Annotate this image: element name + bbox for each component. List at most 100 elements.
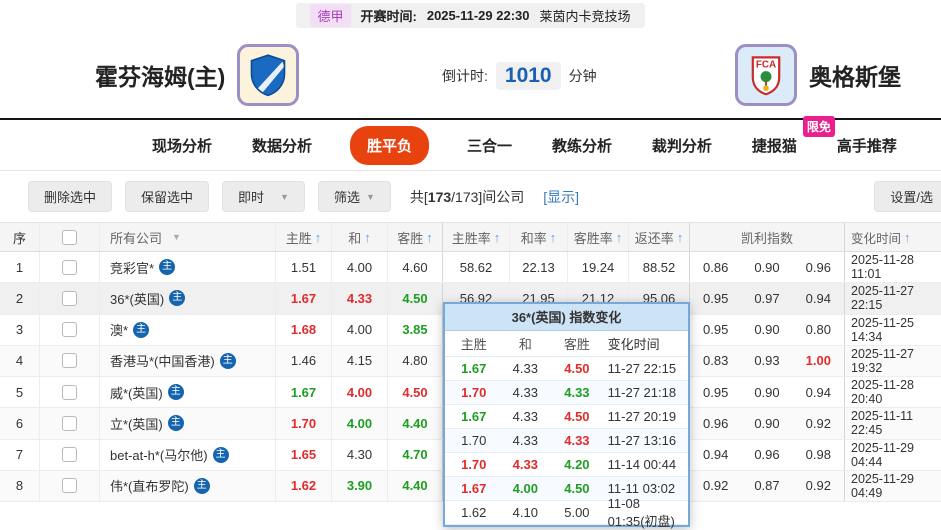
kelly-cell: 0.96 0.90 0.92 [690,408,845,439]
tab-6[interactable]: 裁判分析 [650,129,714,162]
sort-asc-icon: ↑ [676,229,684,245]
change-time: 2025-11-29 04:49 [851,471,915,500]
header-change-time[interactable]: 变化时间 ↑ [845,223,941,251]
row-checkbox-cell [40,470,100,501]
row-checkbox[interactable] [62,478,77,494]
popup-odds-value: 4.50 [564,361,590,376]
change-time: 2025-11-25 14:34 [851,315,915,344]
company-cell[interactable]: 竞彩官* 主 [100,252,276,283]
row-checkbox[interactable] [62,290,77,306]
company-cell[interactable]: bet-at-h*(马尔他) 主 [100,439,276,470]
row-checkbox[interactable] [62,384,77,400]
augsburg-crest-icon: FCA [751,56,781,96]
kelly-value: 0.92 [805,415,831,431]
odds-value: 1.65 [276,439,332,470]
odds-value: 4.40 [388,408,443,439]
show-link[interactable]: [显示] [543,187,579,207]
tab-5[interactable]: 教练分析 [550,129,614,162]
odds-value: 4.50 [388,377,443,408]
row-checkbox[interactable] [62,353,77,369]
row-checkbox-cell [40,345,100,376]
odds-value: 4.00 [332,314,388,345]
change-time: 2025-11-11 22:45 [851,409,914,438]
tab-8[interactable]: 高手推荐 [835,129,899,162]
company-cell[interactable]: 伟*(直布罗陀) 主 [100,470,276,501]
kelly-cell: 0.95 0.90 0.80 [690,314,845,345]
popup-odds-value: 5.00 [564,505,590,520]
keep-selected-button[interactable]: 保留选中 [125,181,210,212]
header-home-rate[interactable]: 主胜率 ↑ [443,223,510,251]
header-home-odds[interactable]: 主胜 ↑ [276,223,332,251]
tab-7[interactable]: 捷报猫 限免 [750,115,835,162]
row-checkbox-cell [40,283,100,314]
rate-value: 58.62 [443,252,510,283]
row-checkbox[interactable] [62,447,77,463]
popup-odds-value: 4.10 [512,505,538,520]
kelly-value: 0.92 [805,478,831,494]
chevron-down-icon: ▼ [280,191,289,202]
popup-odds-value: 4.50 [564,481,590,496]
settings-button[interactable]: 设置/选 [874,181,941,212]
company-count: 共[173/173]间公司 [409,188,525,205]
mode-dropdown[interactable]: 即时 ▼ [222,181,305,212]
row-checkbox[interactable] [62,259,77,275]
main-company-icon: 主 [169,290,186,307]
row-checkbox[interactable] [62,415,77,431]
filter-dropdown[interactable]: 筛选 ▼ [317,181,391,212]
odds-value: 4.40 [388,470,443,501]
header-away-odds[interactable]: 客胜 ↑ [388,223,443,251]
company-cell[interactable]: 澳* 主 [100,314,276,345]
header-return-rate[interactable]: 返还率 ↑ [629,223,690,251]
company-cell[interactable]: 威*(英国) 主 [100,377,276,408]
home-team: 霍芬海姆(主) [95,44,300,106]
tab-4[interactable]: 三合一 [465,129,514,162]
tab-3[interactable]: 胜平负 [349,125,429,165]
popup-row: 1.62 4.10 5.00 11-08 01:35(初盘) [445,496,688,529]
row-index: 5 [0,377,40,408]
popup-odds-value: 4.33 [564,385,590,400]
kelly-value: 0.98 [805,447,831,463]
company-cell[interactable]: 36*(英国) 主 [100,283,276,314]
tab-1[interactable]: 现场分析 [150,129,214,162]
away-team-logo: FCA [735,44,797,106]
sort-asc-icon: ↑ [549,229,557,245]
kelly-value: 0.94 [805,384,831,400]
away-team-name: 奥格斯堡 [809,64,901,90]
home-team-logo [237,44,300,106]
home-team-name: 霍芬海姆(主) [95,64,226,90]
kelly-value: 1.00 [805,353,831,369]
row-index: 6 [0,408,40,439]
countdown: 倒计时: 1010 分钟 [442,62,597,90]
select-all-checkbox[interactable] [62,229,77,245]
kelly-value: 0.94 [805,290,831,306]
delete-selected-button[interactable]: 删除选中 [28,181,113,212]
popup-row: 1.67 4.33 4.50 11-27 20:19 [445,405,688,429]
odds-value: 4.70 [388,439,443,470]
company-name: 竞彩官* [110,260,155,276]
kelly-value: 0.97 [754,290,780,306]
popup-odds-value: 1.62 [461,505,487,520]
change-time: 2025-11-28 20:40 [851,378,915,407]
away-team: FCA 奥格斯堡 [735,44,901,106]
header-away-rate[interactable]: 客胜率 ↑ [568,223,629,251]
kelly-value: 0.90 [754,415,780,431]
odds-value: 1.62 [276,470,332,501]
header-company[interactable]: 所有公司 ▼ [100,223,276,251]
table-row[interactable]: 1 竞彩官* 主 1.51 4.00 4.60 58.62 22.13 19.24 88.52 0.… [0,252,941,284]
popup-header-row: 主胜 和 客胜 变化时间 [445,331,688,357]
company-cell[interactable]: 香港马*(中国香港) 主 [100,345,276,376]
popup-odds-value: 1.67 [461,409,487,424]
header-draw-rate[interactable]: 和率 ↑ [510,223,568,251]
filter-dropdown-value: 筛选 [333,190,360,205]
rate-value: 88.52 [629,252,690,283]
kelly-value: 0.90 [754,322,780,338]
tab-2[interactable]: 数据分析 [250,129,314,162]
kelly-cell: 0.95 0.90 0.94 [690,377,845,408]
kelly-value: 0.96 [805,259,831,275]
company-cell[interactable]: 立*(英国) 主 [100,408,276,439]
odds-value: 1.68 [276,314,332,345]
row-checkbox-cell [40,252,100,283]
header-draw-odds[interactable]: 和 ↑ [332,223,388,251]
popup-change-time: 11-14 00:44 [607,457,677,472]
row-checkbox[interactable] [62,322,77,338]
